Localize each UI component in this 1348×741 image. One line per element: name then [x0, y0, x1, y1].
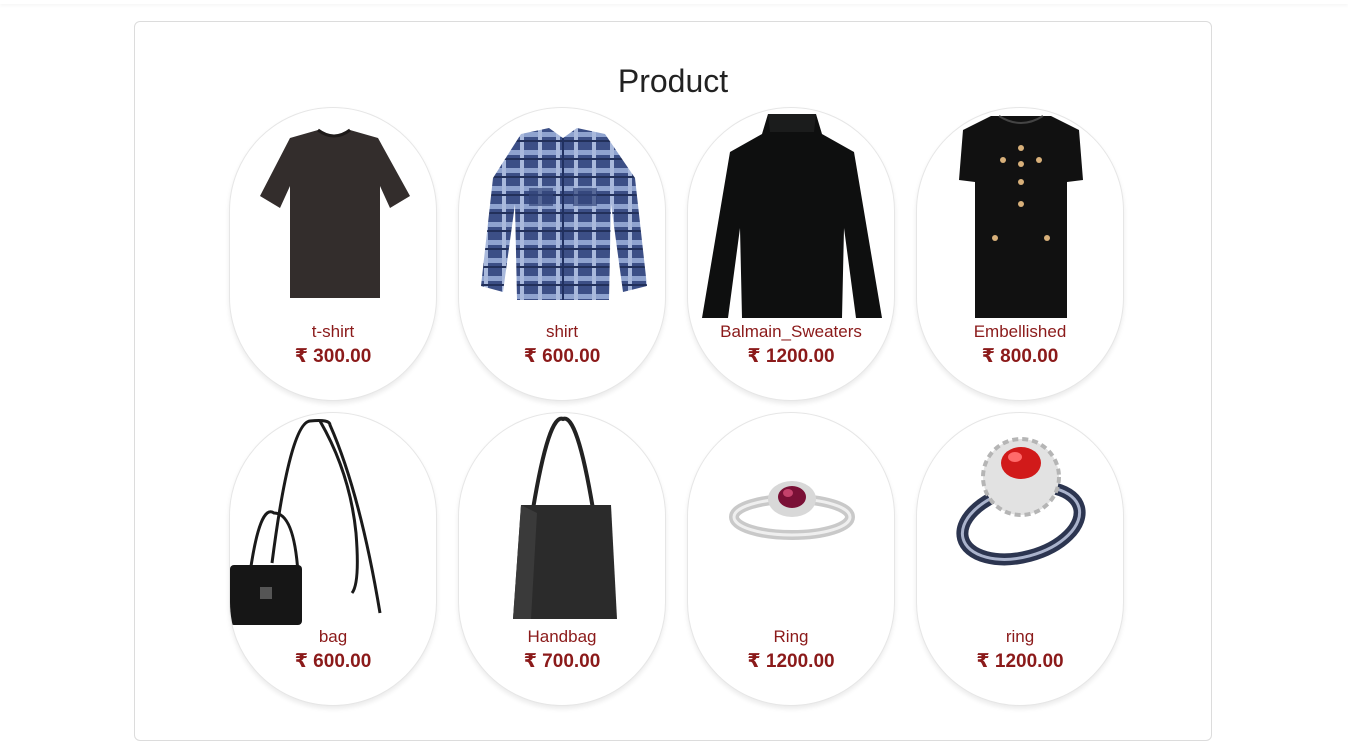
red-stone-ring-image: [917, 413, 1123, 625]
product-name[interactable]: bag: [230, 627, 436, 647]
product-price: ₹ 700.00: [523, 651, 601, 672]
ruby-ring-image: [688, 413, 894, 625]
product-card-sweater[interactable]: Balmain_Sweaters ₹ 1200.00: [687, 107, 895, 401]
product-card-shirt[interactable]: shirt ₹ 600.00: [458, 107, 666, 401]
top-bar: [0, 0, 1348, 4]
product-name[interactable]: t-shirt: [230, 322, 436, 342]
product-name[interactable]: Ring: [688, 627, 894, 647]
sweater-image: [688, 108, 894, 320]
product-card-dress[interactable]: Embellished ₹ 800.00: [916, 107, 1124, 401]
product-name[interactable]: Balmain_Sweaters: [688, 322, 894, 342]
product-price: ₹ 600.00: [523, 346, 601, 367]
product-price: ₹ 1200.00: [747, 651, 835, 672]
product-name[interactable]: shirt: [459, 322, 665, 342]
product-card-bag[interactable]: bag ₹ 600.00: [229, 412, 437, 706]
product-name[interactable]: ring: [917, 627, 1123, 647]
bag-image: [230, 413, 436, 625]
product-name[interactable]: Embellished: [917, 322, 1123, 342]
product-name[interactable]: Handbag: [459, 627, 665, 647]
product-price: ₹ 300.00: [294, 346, 372, 367]
product-card-ring-red[interactable]: ring ₹ 1200.00: [916, 412, 1124, 706]
product-price: ₹ 800.00: [981, 346, 1059, 367]
product-price: ₹ 1200.00: [976, 651, 1064, 672]
product-card-tshirt[interactable]: t-shirt ₹ 300.00: [229, 107, 437, 401]
handbag-image: [459, 413, 665, 625]
tshirt-image: [230, 108, 436, 320]
dress-image: [917, 108, 1123, 320]
product-card-ring[interactable]: Ring ₹ 1200.00: [687, 412, 895, 706]
product-price: ₹ 1200.00: [747, 346, 835, 367]
product-card-handbag[interactable]: Handbag ₹ 700.00: [458, 412, 666, 706]
shirt-image: [459, 108, 665, 320]
page-title: Product: [617, 63, 729, 99]
product-price: ₹ 600.00: [294, 651, 372, 672]
